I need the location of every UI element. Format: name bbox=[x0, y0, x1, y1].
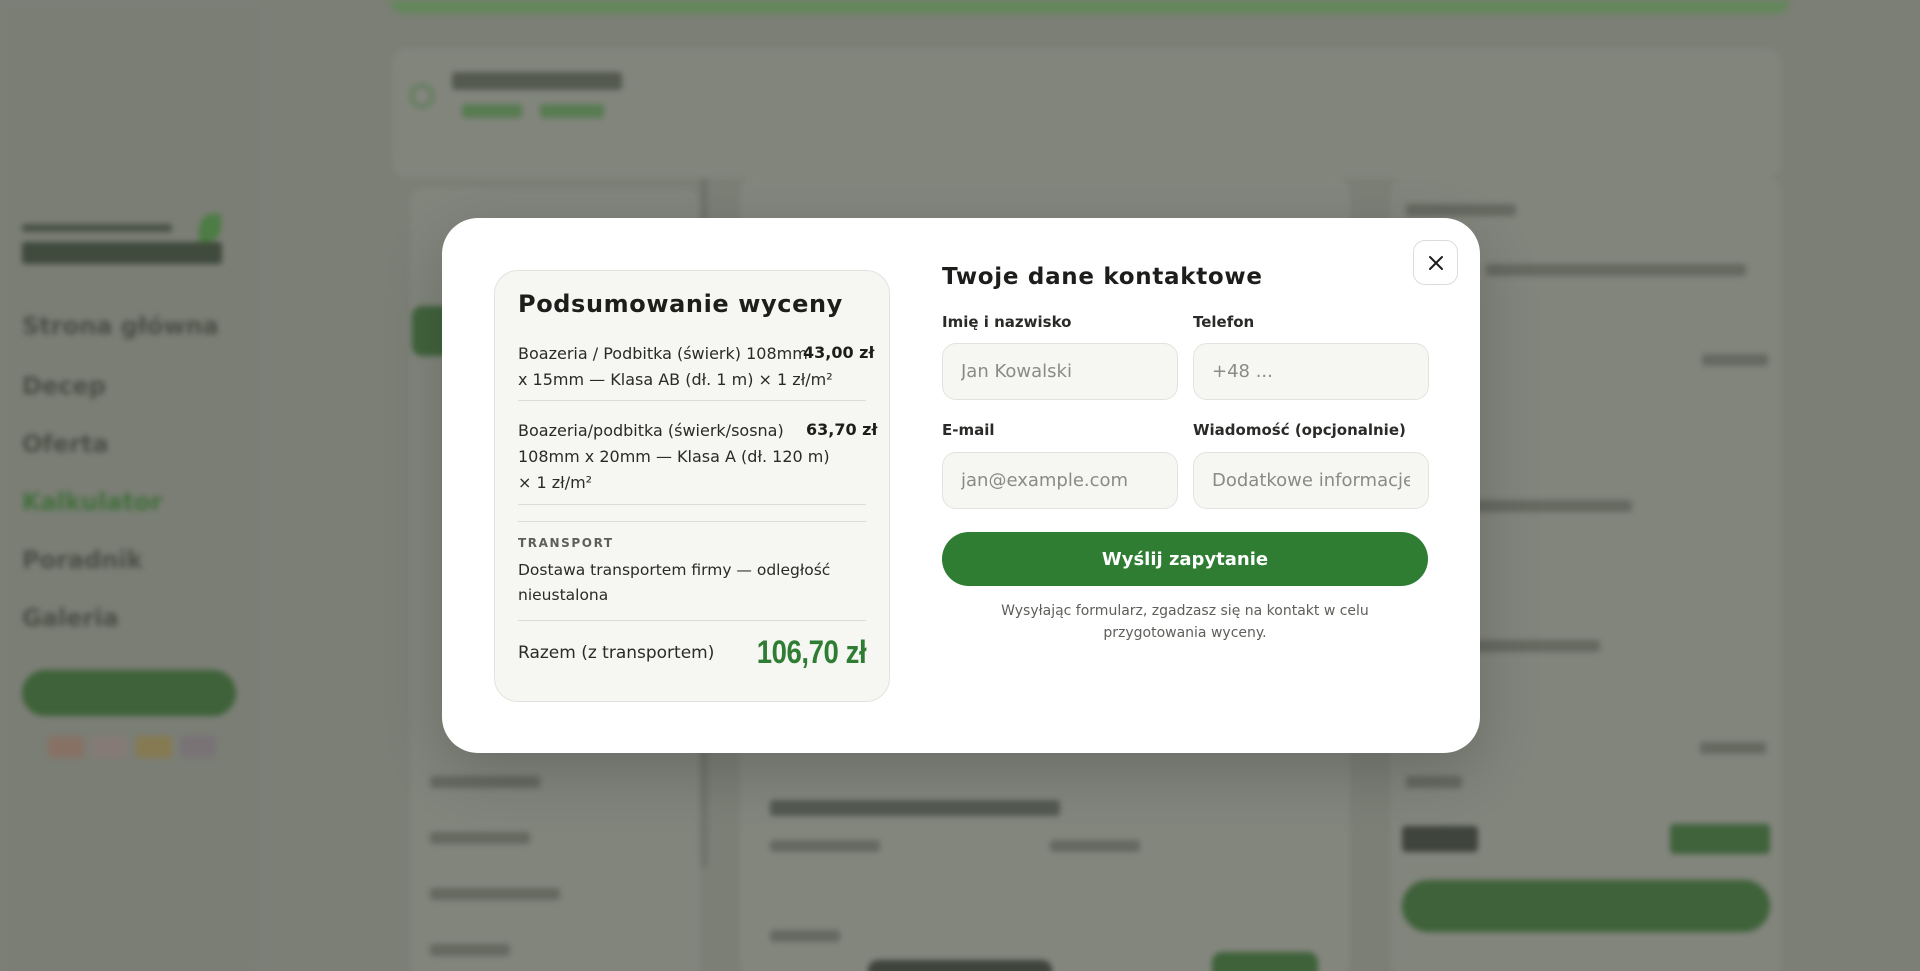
summary-title: Podsumowanie wyceny bbox=[518, 290, 843, 318]
summary-item-1-line-2: x 15mm — Klasa AB (dł. 1 m) × 1 zł/m² bbox=[518, 370, 833, 389]
contact-form-title: Twoje dane kontaktowe bbox=[942, 264, 1263, 290]
total-value: 106,70 zł bbox=[756, 634, 867, 670]
phone-input[interactable] bbox=[1193, 343, 1429, 400]
close-button[interactable] bbox=[1413, 240, 1458, 285]
transport-label: TRANSPORT bbox=[518, 536, 614, 550]
email-input[interactable] bbox=[942, 452, 1178, 509]
summary-item-2-line-3: × 1 zł/m² bbox=[518, 473, 593, 492]
summary-item-2-price: 63,70 zł bbox=[806, 420, 878, 439]
summary-separator bbox=[518, 400, 866, 401]
summary-separator bbox=[518, 504, 866, 505]
name-label: Imię i nazwisko bbox=[942, 313, 1072, 331]
close-icon bbox=[1428, 255, 1443, 270]
summary-item-1-price: 43,00 zł bbox=[803, 343, 875, 362]
summary-item-2-line-2: 108mm x 20mm — Klasa A (dł. 120 m) bbox=[518, 447, 830, 466]
email-label: E-mail bbox=[942, 421, 995, 439]
summary-separator bbox=[518, 620, 866, 621]
name-input[interactable] bbox=[942, 343, 1178, 400]
submit-button[interactable]: Wyślij zapytanie bbox=[942, 532, 1428, 586]
summary-item-1-line-1: Boazeria / Podbitka (świerk) 108mm bbox=[518, 344, 808, 363]
message-label: Wiadomość (opcjonalnie) bbox=[1193, 421, 1406, 439]
total-label: Razem (z transportem) bbox=[518, 643, 715, 663]
summary-item-2-line-1: Boazeria/podbitka (świerk/sosna) bbox=[518, 421, 784, 440]
phone-label: Telefon bbox=[1193, 313, 1255, 331]
summary-separator bbox=[518, 521, 866, 522]
transport-description: Dostawa transportem firmy — odległość ni… bbox=[518, 561, 831, 604]
consent-note: Wysyłając formularz, zgadzasz się na kon… bbox=[1001, 603, 1369, 641]
message-input[interactable] bbox=[1193, 452, 1429, 509]
